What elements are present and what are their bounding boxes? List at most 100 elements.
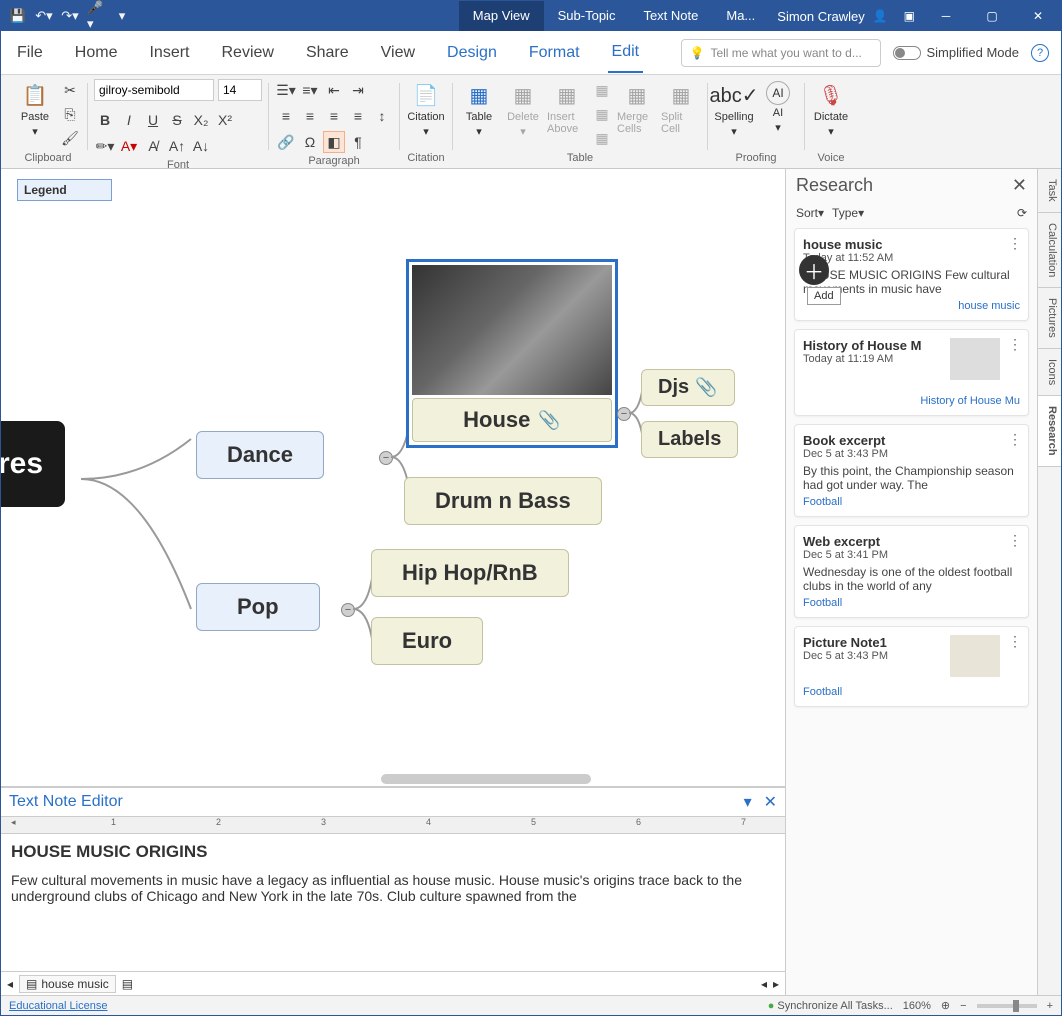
junction-pop[interactable]: − — [341, 603, 355, 617]
side-tab-research[interactable]: Research — [1038, 396, 1061, 467]
editor-close-icon[interactable]: ✕ — [764, 794, 777, 811]
menu-edit[interactable]: Edit — [608, 33, 644, 73]
shrink-font-icon[interactable]: A↓ — [190, 135, 212, 157]
editor-dropdown-icon[interactable]: ▾ — [744, 794, 752, 811]
tab-sub-topic[interactable]: Sub-Topic — [544, 1, 630, 31]
node-labels[interactable]: Labels — [641, 421, 738, 458]
side-tab-calculation[interactable]: Calculation — [1038, 213, 1061, 288]
underline-icon[interactable]: U — [142, 109, 164, 131]
ai-button[interactable]: AIAI▾ — [758, 79, 798, 134]
card-menu-icon[interactable]: ⋮ — [1008, 336, 1022, 353]
font-color-icon[interactable]: A▾ — [118, 135, 140, 157]
align-left-icon[interactable]: ≡ — [275, 105, 297, 127]
undo-icon[interactable]: ↶▾ — [35, 7, 53, 25]
menu-insert[interactable]: Insert — [145, 34, 193, 72]
legend-box[interactable]: Legend — [17, 179, 112, 201]
format-painter-icon[interactable]: 🖌 — [59, 127, 81, 149]
nav-prev-icon[interactable]: ◂ — [761, 977, 767, 991]
cut-icon[interactable]: ✂ — [59, 79, 81, 101]
qat-overflow-icon[interactable]: ▾ — [113, 7, 131, 25]
user-name[interactable]: Simon Crawley — [777, 9, 864, 24]
spelling-button[interactable]: abc✓Spelling▾ — [714, 79, 754, 138]
zoom-in-icon[interactable]: + — [1047, 1000, 1053, 1012]
new-tab-icon[interactable]: ▤ — [122, 977, 133, 991]
minimize-button[interactable]: ─ — [923, 1, 969, 31]
node-dance[interactable]: Dance — [196, 431, 324, 479]
side-tab-task[interactable]: Task — [1038, 169, 1061, 213]
menu-file[interactable]: File — [13, 34, 47, 72]
align-right-icon[interactable]: ≡ — [323, 105, 345, 127]
card-menu-icon[interactable]: ⋮ — [1008, 235, 1022, 252]
node-hiphop[interactable]: Hip Hop/RnB — [371, 549, 569, 597]
superscript-icon[interactable]: X² — [214, 109, 236, 131]
node-euro[interactable]: Euro — [371, 617, 483, 665]
menu-share[interactable]: Share — [302, 34, 353, 72]
node-djs[interactable]: Djs📎 — [641, 369, 735, 406]
maximize-button[interactable]: ▢ — [969, 1, 1015, 31]
junction-house[interactable]: − — [617, 407, 631, 421]
tab-map-view[interactable]: Map View — [459, 1, 544, 31]
attachment-icon[interactable]: 📎 — [538, 410, 560, 431]
mindmap-canvas[interactable]: Legend enres Dance − House📎 − Djs📎 — [1, 169, 785, 787]
italic-icon[interactable]: I — [118, 109, 140, 131]
tellme-search[interactable]: 💡 Tell me what you want to d... — [681, 39, 881, 67]
research-card[interactable]: ＋ Add ⋮ house music Today at 11:52 AM HO… — [794, 228, 1029, 321]
link-icon[interactable]: 🔗 — [275, 131, 297, 153]
research-card[interactable]: ⋮ History of House M Today at 11:19 AM H… — [794, 329, 1029, 416]
outdent-icon[interactable]: ⇤ — [323, 79, 345, 101]
research-card[interactable]: ⋮ Web excerpt Dec 5 at 3:41 PM Wednesday… — [794, 525, 1029, 618]
card-menu-icon[interactable]: ⋮ — [1008, 532, 1022, 549]
nav-left-icon[interactable]: ◂ — [7, 977, 13, 991]
highlight-icon[interactable]: ✏▾ — [94, 135, 116, 157]
pilcrow-icon[interactable]: ¶ — [347, 131, 369, 153]
help-icon[interactable]: ? — [1031, 44, 1049, 62]
node-house-selected[interactable]: House📎 — [406, 259, 618, 448]
tab-text-note[interactable]: Text Note — [629, 1, 712, 31]
research-close-icon[interactable]: ✕ — [1012, 175, 1027, 196]
table-button[interactable]: ▦Table▾ — [459, 79, 499, 138]
editor-body[interactable]: HOUSE MUSIC ORIGINS Few cultural movemen… — [1, 834, 785, 971]
citation-button[interactable]: 📄Citation▾ — [406, 79, 446, 138]
symbol-icon[interactable]: Ω — [299, 131, 321, 153]
redo-icon[interactable]: ↷▾ — [61, 7, 79, 25]
ruler[interactable]: ◂ 1 2 3 4 5 6 7 — [1, 816, 785, 834]
node-root[interactable]: enres — [1, 421, 65, 507]
justify-icon[interactable]: ≡ — [347, 105, 369, 127]
eraser-icon[interactable]: ◧ — [323, 131, 345, 153]
attachment-icon[interactable]: 📎 — [695, 377, 717, 398]
bold-icon[interactable]: B — [94, 109, 116, 131]
add-button[interactable]: ＋ — [799, 255, 829, 285]
refresh-icon[interactable]: ⟳ — [1017, 206, 1027, 220]
zoom-slider[interactable] — [977, 1004, 1037, 1008]
strike-icon[interactable]: S — [166, 109, 188, 131]
menu-review[interactable]: Review — [217, 34, 277, 72]
side-tab-pictures[interactable]: Pictures — [1038, 288, 1061, 349]
indent-icon[interactable]: ⇥ — [347, 79, 369, 101]
sort-dropdown[interactable]: Sort▾ — [796, 206, 824, 220]
license-label[interactable]: Educational License — [9, 1000, 107, 1012]
font-size-select[interactable] — [218, 79, 262, 101]
side-tab-icons[interactable]: Icons — [1038, 349, 1061, 396]
nav-next-icon[interactable]: ▸ — [773, 977, 779, 991]
user-avatar-icon[interactable]: 👤 — [873, 9, 888, 23]
paste-button[interactable]: 📋Paste▾ — [15, 79, 55, 138]
menu-view[interactable]: View — [377, 34, 419, 72]
horizontal-scrollbar[interactable] — [381, 774, 591, 784]
sync-status[interactable]: ● Synchronize All Tasks... — [768, 1000, 893, 1012]
research-card[interactable]: ⋮ Book excerpt Dec 5 at 3:43 PM By this … — [794, 424, 1029, 517]
subscript-icon[interactable]: X₂ — [190, 109, 212, 131]
menu-format[interactable]: Format — [525, 34, 584, 72]
fit-icon[interactable]: ⊕ — [941, 999, 950, 1012]
numbering-icon[interactable]: ≡▾ — [299, 79, 321, 101]
junction-dance[interactable]: − — [379, 451, 393, 465]
grow-font-icon[interactable]: A↑ — [166, 135, 188, 157]
type-dropdown[interactable]: Type▾ — [832, 206, 864, 220]
menu-design[interactable]: Design — [443, 34, 501, 72]
line-spacing-icon[interactable]: ↕ — [371, 105, 393, 127]
card-menu-icon[interactable]: ⋮ — [1008, 633, 1022, 650]
node-drumnbass[interactable]: Drum n Bass — [404, 477, 602, 525]
align-center-icon[interactable]: ≡ — [299, 105, 321, 127]
mic-icon[interactable]: 🎤▾ — [87, 7, 105, 25]
zoom-out-icon[interactable]: − — [960, 1000, 966, 1012]
bullets-icon[interactable]: ☰▾ — [275, 79, 297, 101]
